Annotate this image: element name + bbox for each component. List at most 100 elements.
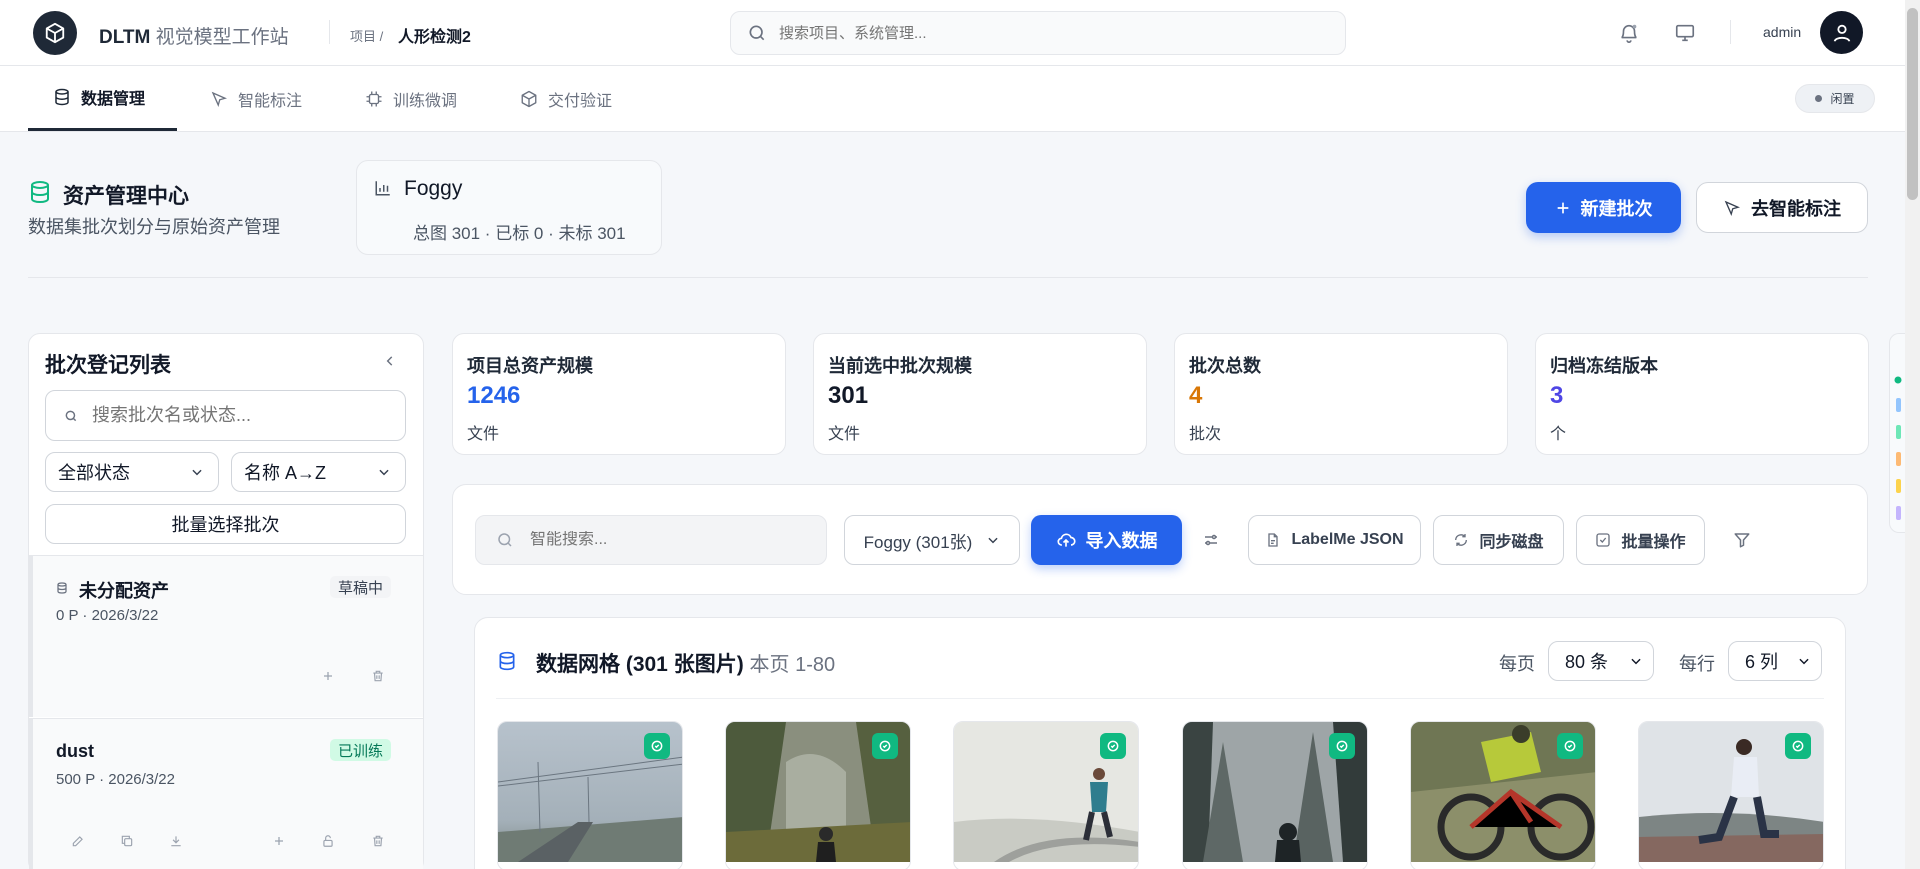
image-thumbnail[interactable]	[497, 721, 683, 869]
side-rail[interactable]	[1889, 333, 1905, 533]
status-filter-select[interactable]: 全部状态	[45, 452, 219, 492]
new-batch-label: 新建批次	[1580, 198, 1653, 219]
tab-data-management[interactable]: 数据管理	[28, 66, 177, 131]
plus-icon	[324, 672, 332, 680]
batch-select-button[interactable]: 批量选择批次	[45, 504, 406, 544]
selected-check[interactable]	[1100, 733, 1126, 759]
download-batch-button[interactable]	[166, 831, 186, 851]
image-thumbnail[interactable]	[1182, 721, 1368, 869]
tab-smart-annotation[interactable]: 智能标注	[210, 66, 302, 131]
tab-training[interactable]: 训练微调	[365, 66, 457, 131]
stat-value: 4	[1189, 382, 1203, 409]
app-title: DLTM 视觉模型工作站	[99, 22, 289, 49]
status-filter-value: 全部状态	[58, 463, 130, 483]
import-data-button[interactable]: 导入数据	[1031, 515, 1182, 565]
grid-title-text: 数据网格 (301 张图片)	[536, 653, 744, 676]
image-thumbnail[interactable]	[725, 721, 911, 869]
batch-search-input[interactable]	[92, 405, 392, 426]
batch-search[interactable]	[45, 390, 406, 441]
download-icon	[171, 836, 181, 847]
smart-search-input[interactable]	[530, 531, 810, 549]
stat-card-current-batch: 当前选中批次规模 301 文件	[813, 333, 1147, 455]
app-logo[interactable]	[33, 11, 77, 55]
sort-value: 名称 A→Z	[244, 463, 327, 483]
stat-value: 301	[828, 382, 869, 409]
search-icon	[65, 410, 77, 421]
tab-label: 智能标注	[238, 92, 303, 110]
scrollbar-thumb[interactable]	[1907, 8, 1918, 200]
chevron-down-icon	[988, 537, 998, 544]
smart-search[interactable]	[475, 515, 827, 565]
delete-batch-button[interactable]	[368, 666, 388, 686]
selected-check[interactable]	[1329, 733, 1355, 759]
breadcrumb-project[interactable]: 人形检测2	[398, 23, 471, 47]
dataset-select[interactable]: Foggy (301张)	[844, 515, 1020, 565]
image-thumbnail[interactable]	[1638, 721, 1824, 869]
check-circle-icon	[1792, 740, 1804, 752]
image-thumbnail[interactable]	[1410, 721, 1596, 869]
bar-chart-icon	[375, 181, 390, 196]
per-row-value: 6 列	[1745, 652, 1779, 672]
labelme-json-button[interactable]: LabelMe JSON	[1248, 515, 1421, 565]
add-to-batch-button[interactable]	[318, 666, 338, 686]
image-thumbnail[interactable]	[953, 721, 1139, 869]
sync-disk-label: 同步磁盘	[1479, 534, 1544, 551]
user-name[interactable]: admin	[1763, 24, 1801, 40]
labelme-json-label: LabelMe JSON	[1291, 531, 1404, 548]
cube-icon	[45, 22, 65, 44]
lock-batch-button[interactable]	[318, 831, 338, 851]
collapse-sidebar-button[interactable]	[380, 351, 400, 371]
per-row-select[interactable]: 6 列	[1728, 641, 1822, 681]
stat-value: 3	[1550, 382, 1564, 409]
go-annotate-button[interactable]: 去智能标注	[1696, 182, 1868, 233]
go-annotate-label: 去智能标注	[1751, 198, 1841, 219]
plus-icon	[275, 837, 283, 845]
search-icon	[749, 25, 765, 41]
stat-unit: 个	[1550, 426, 1567, 443]
selected-check[interactable]	[872, 733, 898, 759]
add-to-batch-button[interactable]	[269, 831, 289, 851]
monitor-icon	[1675, 24, 1695, 42]
cursor-icon	[1724, 200, 1740, 216]
sliders-icon	[1205, 534, 1217, 546]
selected-check[interactable]	[1557, 733, 1583, 759]
tab-label: 数据管理	[81, 91, 146, 108]
global-search-input[interactable]	[779, 24, 1319, 42]
batch-operations-button[interactable]: 批量操作	[1576, 515, 1705, 565]
checkbox-icon	[1596, 533, 1611, 547]
box-icon	[521, 90, 537, 107]
chevron-down-icon	[379, 469, 389, 476]
selected-check[interactable]	[1785, 733, 1811, 759]
chevron-down-icon	[1799, 658, 1809, 665]
bell-icon	[1621, 24, 1637, 43]
monitor-button[interactable]	[1672, 20, 1698, 46]
stat-label: 项目总资产规模	[467, 356, 593, 376]
stat-unit: 批次	[1189, 426, 1222, 443]
check-circle-icon	[879, 740, 891, 752]
copy-batch-button[interactable]	[117, 831, 137, 851]
stat-card-frozen-versions: 归档冻结版本 3 个	[1535, 333, 1869, 455]
selected-check[interactable]	[644, 733, 670, 759]
batch-operations-label: 批量操作	[1621, 534, 1686, 551]
status-dot	[1815, 95, 1823, 102]
search-icon	[498, 533, 512, 547]
chip-icon	[366, 91, 382, 106]
settings-button[interactable]	[1200, 529, 1222, 551]
batch-name: dust	[56, 741, 94, 761]
status-badge: 闲置	[1795, 84, 1875, 113]
avatar[interactable]	[1820, 11, 1863, 54]
per-row-label: 每行	[1679, 654, 1715, 674]
import-data-label: 导入数据	[1085, 531, 1158, 551]
notification-button[interactable]	[1616, 20, 1642, 46]
stat-unit: 文件	[467, 426, 500, 443]
tab-delivery[interactable]: 交付验证	[520, 66, 612, 131]
sync-disk-button[interactable]: 同步磁盘	[1433, 515, 1564, 565]
filter-button[interactable]	[1731, 529, 1753, 551]
stat-label: 当前选中批次规模	[828, 356, 972, 376]
global-search[interactable]	[730, 11, 1346, 55]
new-batch-button[interactable]: 新建批次	[1526, 182, 1681, 233]
edit-batch-button[interactable]	[68, 831, 88, 851]
sort-select[interactable]: 名称 A→Z	[231, 452, 406, 492]
delete-batch-button[interactable]	[368, 831, 388, 851]
per-page-select[interactable]: 80 条	[1548, 641, 1654, 681]
